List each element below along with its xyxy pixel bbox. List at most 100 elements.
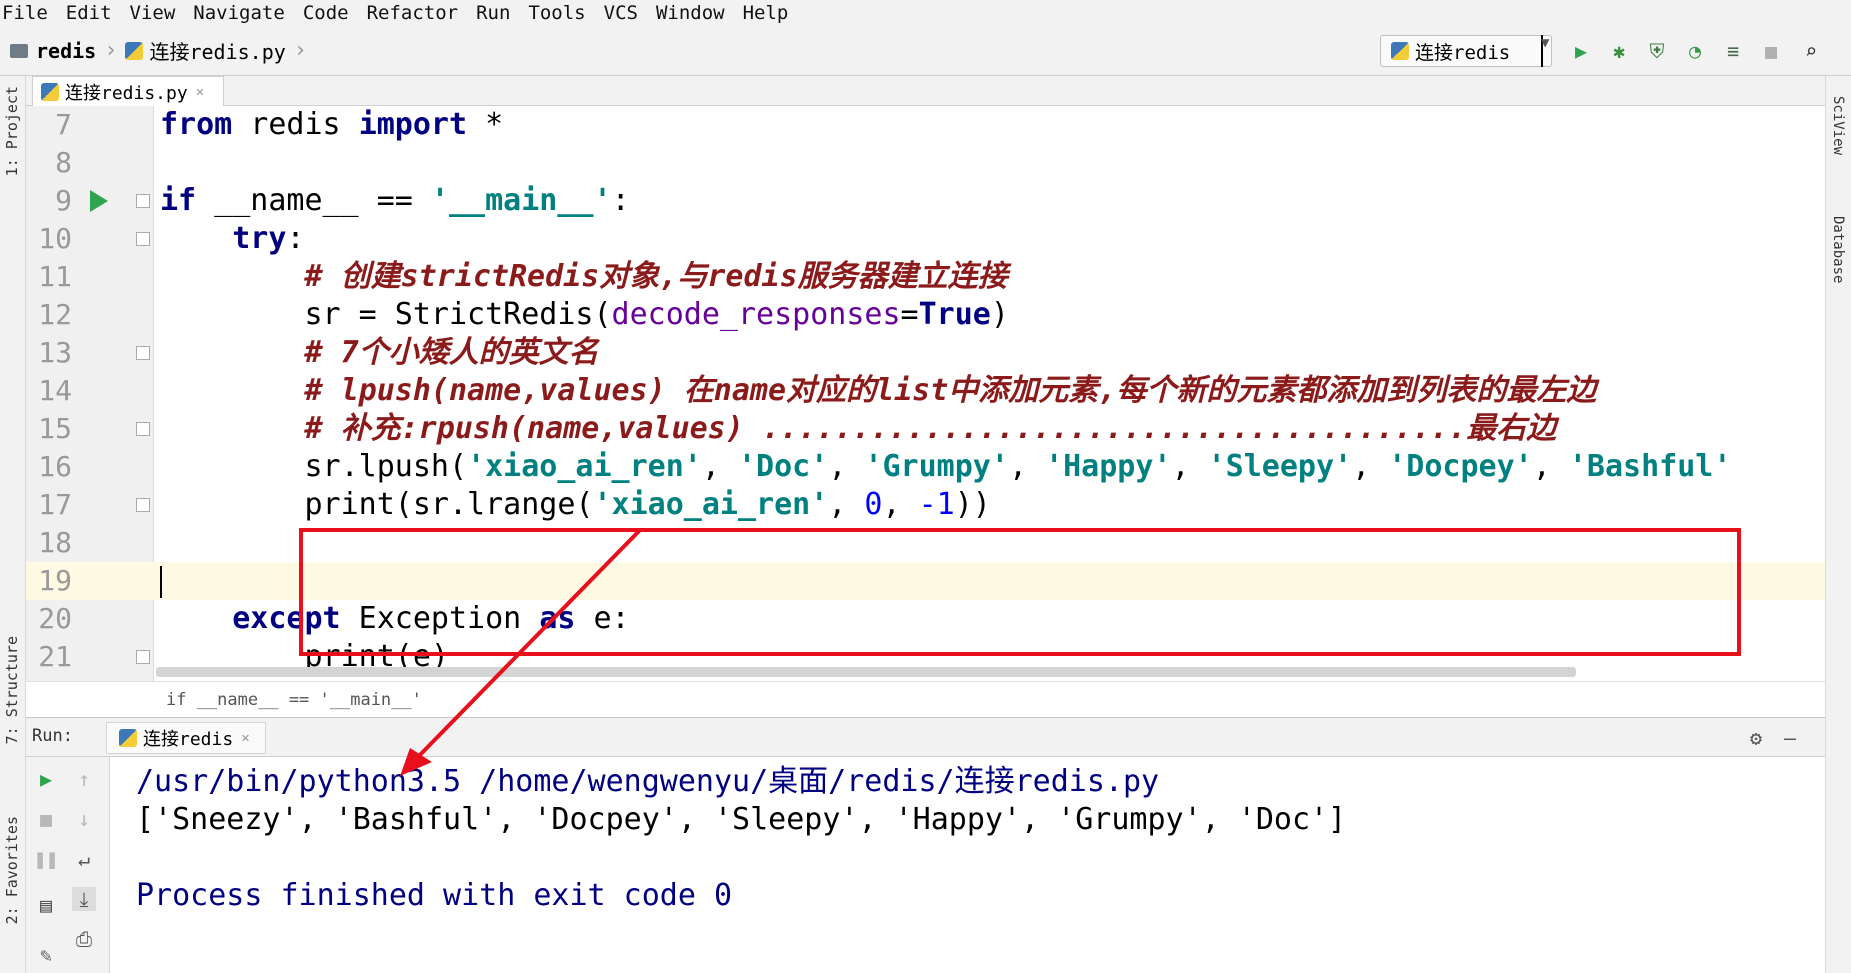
breadcrumb-project[interactable]: redis [36, 39, 96, 63]
fold-marker[interactable] [136, 232, 150, 246]
line-number: 14 [38, 374, 72, 407]
token: , [1171, 449, 1208, 484]
line-number: 12 [38, 298, 72, 331]
comment: # 7个小矮人的英文名 [304, 335, 599, 370]
parameter: decode_responses [611, 297, 901, 332]
scroll-to-end-icon[interactable]: ⤓ [72, 887, 96, 911]
editor-tab[interactable]: 连接redis.py ✕ [32, 76, 224, 106]
token: sr = StrictRedis( [304, 297, 612, 332]
token: Exception [340, 601, 540, 636]
code-line: 7 from redis import * [26, 106, 1825, 144]
database-tool-button[interactable]: Database [1830, 216, 1846, 283]
run-toolbar: ▶ ■ ❚❚ ▤ ✎ ↑ ↓ ↵ ⤓ ⎙ [26, 757, 110, 973]
code-line: 9 if __name__ == '__main__': [26, 182, 1825, 220]
favorites-tool-button[interactable]: 2: Favorites [3, 816, 21, 924]
string: 'Happy' [1045, 449, 1172, 484]
menu-refactor[interactable]: Refactor [367, 2, 467, 24]
breadcrumb-file[interactable]: 连接redis.py [149, 36, 285, 65]
code-line: 18 [26, 524, 1825, 562]
keyword: except [232, 601, 341, 636]
debug-icon[interactable]: ✱ [1608, 39, 1630, 63]
token: = [900, 297, 919, 332]
token: sr.lpush( [304, 449, 468, 484]
run-tab[interactable]: 连接redis ✕ [106, 722, 266, 754]
menu-run[interactable]: Run [476, 2, 518, 24]
run-gutter-icon[interactable] [90, 190, 108, 212]
string: 'Grumpy' [864, 449, 1009, 484]
fold-marker[interactable] [136, 194, 150, 208]
rerun-icon[interactable]: ▶ [34, 767, 58, 791]
run-configuration-select[interactable]: 连接redis ▼ [1380, 35, 1552, 67]
gear-icon[interactable]: ⚙ [1744, 726, 1768, 750]
concurrency-icon[interactable]: ≡ [1722, 39, 1744, 63]
token: , [828, 449, 865, 484]
token: : [611, 183, 630, 218]
stop-icon[interactable]: ■ [34, 807, 58, 831]
token: redis [232, 107, 359, 142]
coverage-icon[interactable]: ⛨ [1646, 39, 1668, 63]
keyword: if [160, 183, 197, 218]
code-line: 14 # lpush(name,values) 在name对应的list中添加元… [26, 372, 1825, 410]
console-command-line: /usr/bin/python3.5 /home/wengwenyu/桌面/re… [136, 764, 1160, 799]
arrow-up-icon[interactable]: ↑ [72, 767, 96, 791]
print-icon[interactable]: ⎙ [72, 927, 96, 951]
comment: # 创建strictRedis对象,与redis服务器建立连接 [304, 259, 1008, 294]
menu-edit[interactable]: Edit [66, 2, 120, 24]
fold-marker[interactable] [136, 498, 150, 512]
line-number: 7 [55, 108, 72, 141]
code-breadcrumb[interactable]: if __name__ == '__main__' [26, 681, 1825, 717]
line-number: 16 [38, 450, 72, 483]
chevron-right-icon: › [293, 38, 308, 63]
pause-icon[interactable]: ❚❚ [34, 847, 58, 871]
code-line: 20 except Exception as e: [26, 600, 1825, 638]
close-icon[interactable]: ✕ [196, 84, 204, 100]
run-icon[interactable]: ▶ [1570, 39, 1592, 63]
right-tool-strip: SciView Database [1825, 76, 1851, 973]
code-line: 16 sr.lpush('xiao_ai_ren', 'Doc', 'Grump… [26, 448, 1825, 486]
token: )) [954, 487, 991, 522]
keyword: True [918, 297, 991, 332]
editor-horizontal-scrollbar[interactable] [156, 667, 1576, 677]
stop-icon[interactable]: ■ [1760, 39, 1782, 63]
code-text: if __name__ == '__main__': [160, 182, 630, 220]
pin-icon[interactable]: ✎ [34, 943, 58, 967]
menu-tools[interactable]: Tools [528, 2, 593, 24]
code-text: # 创建strictRedis对象,与redis服务器建立连接 [160, 258, 1008, 296]
fold-marker[interactable] [136, 650, 150, 664]
run-panel-header: Run: 连接redis ✕ ⚙ — [26, 717, 1825, 757]
menu-code[interactable]: Code [303, 2, 357, 24]
minimize-icon[interactable]: — [1778, 726, 1802, 750]
line-number: 13 [38, 336, 72, 369]
menu-navigate[interactable]: Navigate [193, 2, 293, 24]
menu-window[interactable]: Window [656, 2, 733, 24]
close-icon[interactable]: ✕ [241, 730, 249, 746]
search-icon[interactable]: ⌕ [1800, 39, 1822, 63]
fold-marker[interactable] [136, 422, 150, 436]
keyword: as [539, 601, 576, 636]
menu-view[interactable]: View [130, 2, 184, 24]
menu-vcs[interactable]: VCS [604, 2, 646, 24]
token: , [1008, 449, 1046, 484]
chevron-down-icon: ▼ [1541, 35, 1549, 67]
project-tool-button[interactable]: 1: Project [3, 86, 21, 176]
code-line: 13 # 7个小矮人的英文名 [26, 334, 1825, 372]
token: * [467, 107, 504, 142]
layout-icon[interactable]: ▤ [34, 893, 58, 917]
console-output[interactable]: /usr/bin/python3.5 /home/wengwenyu/桌面/re… [110, 757, 1825, 973]
code-editor[interactable]: 7 from redis import * 8 9 if __name__ ==… [26, 106, 1825, 681]
line-number: 8 [55, 146, 72, 179]
keyword: try [232, 221, 287, 256]
menu-help[interactable]: Help [743, 2, 797, 24]
arrow-down-icon[interactable]: ↓ [72, 807, 96, 831]
profile-icon[interactable]: ◔ [1684, 39, 1706, 63]
fold-marker[interactable] [136, 346, 150, 360]
code-text: except Exception as e: [160, 600, 629, 638]
string: 'xiao_ai_ren' [593, 487, 829, 522]
menu-file[interactable]: File [2, 2, 56, 24]
structure-tool-button[interactable]: 7: Structure [3, 636, 21, 744]
code-line: 8 [26, 144, 1825, 182]
soft-wrap-icon[interactable]: ↵ [72, 847, 96, 871]
run-configuration-label: 连接redis [1415, 41, 1511, 64]
line-number: 21 [38, 640, 72, 673]
sciview-tool-button[interactable]: SciView [1830, 96, 1846, 155]
